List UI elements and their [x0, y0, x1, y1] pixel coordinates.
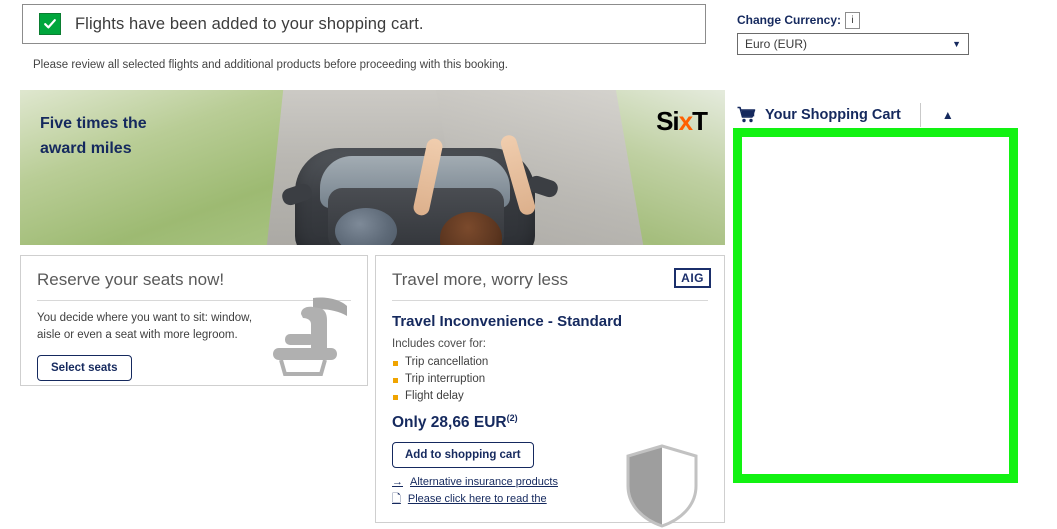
banner-headline-line1: Five times the — [40, 115, 147, 132]
cart-success-message: Flights have been added to your shopping… — [75, 14, 424, 33]
insurance-product-name: Travel Inconvenience - Standard — [392, 313, 623, 330]
sixt-logo-x: x — [678, 106, 694, 136]
banner-headline: Five times the award miles — [40, 112, 290, 162]
aig-logo: AIG — [674, 268, 711, 288]
alternative-insurance-products-link[interactable]: → Alternative insurance products — [392, 475, 708, 490]
document-copy-icon: 🗋 — [392, 493, 401, 505]
insurance-card-title: Travel more, worry less — [392, 270, 569, 289]
seat-card-description: You decide where you want to sit: window… — [37, 312, 253, 341]
shopping-cart-title: Your Shopping Cart — [765, 106, 901, 123]
insurance-links: → Alternative insurance products 🗋 Pleas… — [376, 468, 724, 507]
list-item: Flight delay — [392, 390, 708, 407]
shopping-cart-header[interactable]: Your Shopping Cart ▲ — [737, 101, 969, 128]
insurance-price-prefix: Only — [392, 414, 431, 432]
check-icon — [39, 13, 61, 35]
change-currency-label: Change Currency: — [737, 13, 842, 27]
sixt-logo: SixT — [656, 106, 708, 137]
list-item: Trip cancellation — [392, 356, 708, 373]
cart-header-divider — [919, 102, 921, 127]
seat-reservation-card: Reserve your seats now! You decide where… — [20, 255, 368, 386]
chevron-up-icon[interactable]: ▲ — [942, 108, 954, 122]
shopping-cart-icon — [737, 106, 756, 123]
arrow-right-icon: → — [392, 476, 403, 489]
travel-insurance-card: Travel more, worry less AIG Travel Incon… — [375, 255, 725, 528]
currency-selected-value: Euro (EUR) — [745, 37, 808, 51]
select-seats-button[interactable]: Select seats — [37, 355, 132, 382]
list-item: Trip interruption — [392, 373, 708, 390]
sixt-logo-t: T — [692, 106, 708, 136]
sixt-logo-si: Si — [656, 106, 680, 136]
add-to-shopping-cart-button[interactable]: Add to shopping cart — [392, 442, 534, 469]
booking-page: Flights have been added to your shopping… — [0, 0, 1057, 528]
airline-seat-icon — [273, 297, 347, 376]
insurance-includes-label: Includes cover for: — [392, 338, 486, 350]
review-note: Please review all selected flights and a… — [33, 59, 508, 71]
alternative-insurance-products-label: Alternative insurance products — [410, 476, 558, 489]
sixt-promo-banner[interactable]: Five times the award miles SixT — [20, 90, 725, 245]
cart-success-alert: Flights have been added to your shopping… — [22, 4, 706, 44]
insurance-price-value: 28,66 EUR — [430, 414, 507, 432]
banner-headline-line2: award miles — [40, 139, 132, 157]
insurance-cover-list: Trip cancellation Trip interruption Flig… — [376, 356, 724, 407]
insurance-price: Only 28,66 EUR(2) — [376, 407, 724, 432]
currency-info-icon[interactable]: i — [845, 12, 860, 29]
main-content-column: Flights have been added to your shopping… — [0, 0, 730, 528]
caret-down-icon: ▼ — [952, 39, 961, 49]
currency-select[interactable]: Euro (EUR) ▼ — [737, 33, 969, 55]
sidebar-column: Change Currency: i Euro (EUR) ▼ Your Sho… — [730, 0, 1057, 523]
insurance-price-footnote: (2) — [506, 413, 518, 423]
product-information-document-link[interactable]: 🗋 Please click here to read the — [392, 492, 708, 507]
product-information-document-label: Please click here to read the — [407, 493, 547, 505]
